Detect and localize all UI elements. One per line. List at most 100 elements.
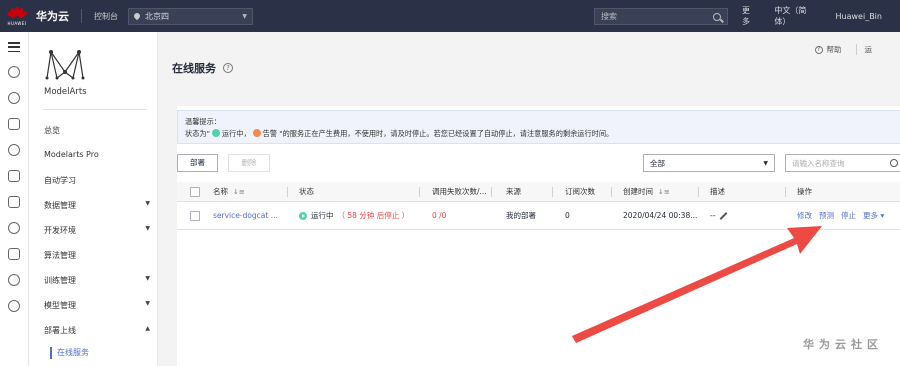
sidebar-item-auto-learning[interactable]: 自动学习 (44, 175, 154, 186)
side-nav: ModelArts 总览 Modelarts Pro 自动学习 数据管理 ▼ 开… (29, 32, 158, 366)
divider (81, 9, 82, 23)
status-cell: 运行中 （ 58 分钟 后停止 ） (299, 202, 409, 229)
sidebar-item-data-management[interactable]: 数据管理 ▼ (44, 200, 154, 211)
row-checkbox[interactable] (190, 210, 200, 221)
filter-placeholder: 请输入名称查询 (792, 158, 845, 168)
billing-icon[interactable] (8, 300, 20, 312)
sidebar-item-overview[interactable]: 总览 (44, 125, 154, 136)
source-cell: 我的部署 (506, 211, 536, 220)
edit-pencil-icon[interactable] (720, 211, 728, 220)
network-icon[interactable] (8, 92, 20, 104)
cloud-service-icon[interactable] (8, 222, 20, 234)
question-icon[interactable]: ? (223, 63, 233, 73)
storage-icon[interactable] (8, 144, 20, 156)
col-calls: 调用失败次数/... (432, 182, 487, 201)
failed-calls: 0 /0 (432, 211, 447, 220)
help-label: 帮助 (826, 45, 842, 54)
huawei-flower-icon (6, 6, 28, 19)
column-label: 订阅次数 (565, 187, 595, 196)
table-row: service-dogcat ... 运行中 （ 58 分钟 后停止 ） 0 /… (177, 202, 900, 230)
column-label: 来源 (506, 187, 521, 196)
globe-icon[interactable] (8, 274, 20, 286)
sort-icon[interactable]: ↓≡ (658, 188, 670, 196)
column-divider (698, 187, 699, 197)
table-header: 名称 ↓≡ 状态 调用失败次数/... 来源 订阅次数 创建时间 ↓≡ 描述 操作 (177, 182, 900, 202)
chevron-down-icon: ▼ (145, 300, 150, 307)
watermark: 华为云社区 (803, 338, 883, 351)
menu-icon[interactable] (8, 42, 20, 52)
column-label: 调用失败次数/... (432, 187, 487, 196)
sidebar-item-deployment[interactable]: 部署上线 ▲ (44, 325, 154, 336)
sidebar-item-label: 部署上线 (44, 326, 76, 335)
column-divider (419, 187, 420, 197)
chevron-down-icon: ▼ (242, 12, 247, 20)
region-selector[interactable]: 北京四 ▼ (128, 7, 253, 25)
column-label: 状态 (299, 187, 314, 196)
sidebar-item-training-management[interactable]: 训练管理 ▼ (44, 275, 154, 286)
search-icon[interactable] (890, 159, 898, 167)
page-title-text: 在线服务 (172, 62, 216, 75)
database-icon[interactable] (8, 170, 20, 182)
more-menu[interactable]: 更多 (742, 5, 756, 27)
services-card: 温馨提示： 状态为" 运行中， 告警 "的服务正在产生费用，不使用时，请及时停止。若… (177, 106, 900, 366)
more-actions-link[interactable]: 更多 ▾ (863, 210, 884, 221)
help-link[interactable]: ? 帮助 运 (814, 44, 872, 55)
sidebar-item-dev-environment[interactable]: 开发环境 ▼ (44, 225, 154, 236)
region-label: 北京四 (145, 11, 169, 21)
sidebar-item-modelarts-pro[interactable]: Modelarts Pro (44, 150, 154, 159)
sidebar-item-label: 总览 (44, 126, 60, 135)
sidebar-item-label: 自动学习 (44, 176, 76, 185)
predict-link[interactable]: 预测 (819, 210, 834, 221)
column-divider (785, 187, 786, 197)
location-pin-icon (132, 11, 142, 21)
column-divider (552, 187, 553, 197)
divider (43, 109, 147, 110)
language-menu[interactable]: 中文（简体） (774, 5, 817, 27)
col-subscriptions: 订阅次数 (565, 182, 595, 201)
brand-title[interactable]: 华为云 (36, 8, 69, 24)
deploy-button[interactable]: 部署 (177, 154, 218, 172)
sidebar-subitem-online-services[interactable]: 在线服务 (50, 347, 89, 359)
column-divider (287, 187, 288, 197)
name-filter-input[interactable]: 请输入名称查询 (785, 154, 900, 172)
select-all-checkbox[interactable] (190, 186, 200, 197)
search-icon[interactable] (713, 12, 721, 21)
col-created[interactable]: 创建时间 ↓≡ (623, 182, 670, 201)
cloud-icon[interactable] (8, 66, 20, 78)
sidebar-item-model-management[interactable]: 模型管理 ▼ (44, 300, 154, 311)
column-divider (611, 187, 612, 197)
console-link[interactable]: 控制台 (94, 11, 118, 22)
modify-link[interactable]: 修改 (797, 210, 812, 221)
actions-cell: 修改 预测 停止 更多 ▾ (797, 202, 884, 229)
chevron-down-icon: ▼ (763, 159, 768, 167)
service-name-link[interactable]: service-dogcat ... (213, 202, 278, 229)
col-name[interactable]: 名称 ↓≡ (213, 182, 245, 201)
chevron-down-icon: ▼ (145, 200, 150, 207)
huawei-wordmark: HUAWEI (7, 20, 27, 26)
delete-button[interactable]: 删除 (228, 154, 270, 172)
more-header-link[interactable]: 运 (855, 44, 872, 55)
tip-text: 运行中， (221, 129, 251, 138)
user-menu[interactable]: Huawei_Bin (836, 12, 882, 21)
sidebar-item-label: 训练管理 (44, 276, 76, 285)
global-search-input[interactable]: 搜索 (594, 8, 728, 25)
sort-icon[interactable]: ↓≡ (233, 188, 245, 196)
sidebar-item-label: 开发环境 (44, 226, 76, 235)
col-description: 描述 (710, 182, 725, 201)
sidebar-item-algorithm-management[interactable]: 算法管理 (44, 250, 154, 261)
col-source: 来源 (506, 182, 521, 201)
tip-text: 状态为" (185, 129, 210, 138)
stop-link[interactable]: 停止 (841, 210, 856, 221)
anchor-icon[interactable] (8, 248, 20, 260)
status-filter-select[interactable]: 全部 ▼ (643, 154, 775, 172)
main-content: ? 帮助 运 在线服务 ? 温馨提示： 状态为" 运行中， 告警 "的服务正在产生费… (158, 32, 900, 366)
col-actions: 操作 (797, 182, 812, 201)
sidebar-item-label: 数据管理 (44, 201, 76, 210)
column-label: 创建时间 (623, 187, 653, 196)
sidebar-item-label: Modelarts Pro (44, 150, 99, 159)
modelarts-icon[interactable] (8, 118, 20, 130)
tip-body: 状态为" 运行中， 告警 "的服务正在产生费用，不使用时，请及时停止。若您已经设置了… (185, 128, 895, 140)
select-value: 全部 (650, 158, 665, 168)
document-icon[interactable] (8, 196, 20, 208)
huawei-logo[interactable]: HUAWEI (4, 0, 30, 32)
